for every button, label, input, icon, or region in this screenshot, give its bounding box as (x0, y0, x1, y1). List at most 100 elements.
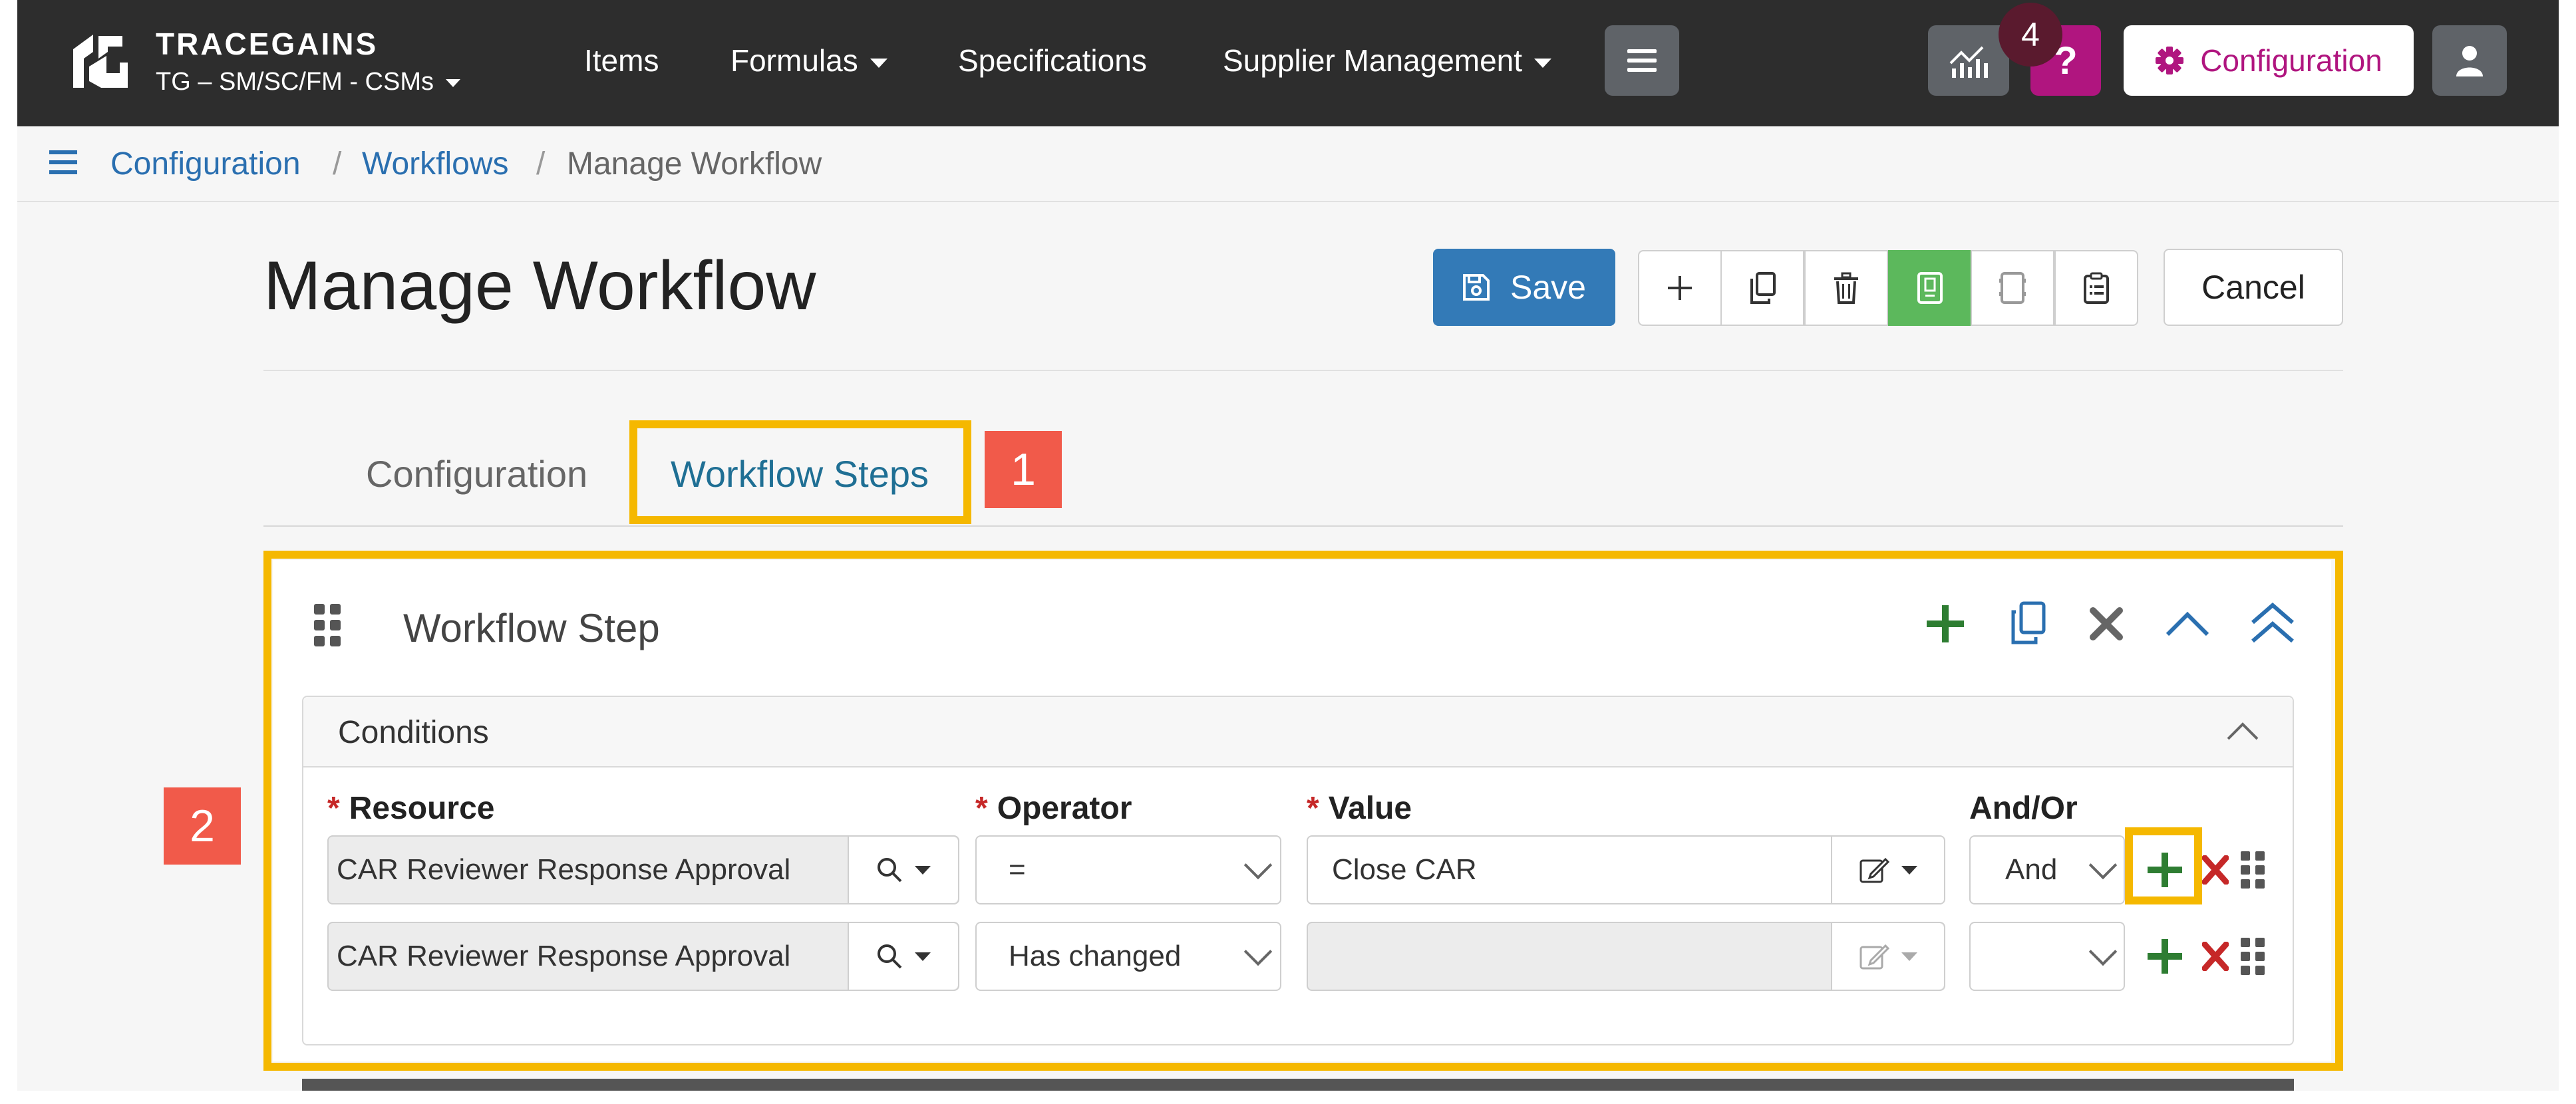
add-condition-icon[interactable] (2146, 851, 2183, 889)
chart-icon (1949, 46, 1988, 78)
breadcrumb-current: Manage Workflow (567, 146, 822, 182)
tab-configuration[interactable]: Configuration (366, 452, 587, 496)
clipboard-icon (2084, 272, 2109, 304)
clipboard-button[interactable] (2054, 250, 2138, 326)
required-marker: * (975, 791, 988, 826)
value-field-disabled (1307, 922, 1945, 991)
resource-search-button[interactable] (848, 923, 958, 990)
resource-header-label: Resource (349, 791, 495, 826)
nav-specifications[interactable]: Specifications (958, 43, 1147, 78)
operator-value: = (1009, 853, 1026, 886)
save-button[interactable]: Save (1433, 249, 1615, 326)
drag-handle-icon[interactable] (313, 603, 343, 648)
resource-field[interactable]: CAR Reviewer Response Approval (327, 922, 959, 991)
breadcrumb-separator: / (536, 146, 546, 182)
caret-down-icon (915, 865, 931, 875)
resource-value: CAR Reviewer Response Approval (337, 940, 791, 972)
conditions-title: Conditions (338, 715, 489, 750)
callout-2: 2 (164, 787, 241, 865)
org-name: TG – SM/SC/FM - CSMs (156, 68, 434, 96)
tab-workflow-steps[interactable]: Workflow Steps (671, 452, 929, 496)
value-value: Close CAR (1332, 853, 1477, 886)
caret-down-icon (870, 58, 887, 68)
nav-formulas[interactable]: Formulas (730, 43, 887, 78)
copy-icon (1750, 272, 1776, 304)
org-switcher[interactable]: TG – SM/SC/FM - CSMs (156, 67, 460, 97)
view-step-button-active[interactable] (1888, 250, 1972, 326)
copy-step-button[interactable] (1720, 250, 1804, 326)
add-condition-icon[interactable] (2146, 938, 2183, 975)
notification-badge: 4 (1999, 3, 2062, 67)
value-header-label: Value (1328, 791, 1412, 826)
edit-icon (1859, 857, 1889, 883)
add-step-button[interactable] (1638, 250, 1722, 326)
value-field[interactable]: Close CAR (1307, 835, 1945, 904)
delete-step-button[interactable] (1804, 250, 1888, 326)
value-editor-button[interactable] (1831, 837, 1944, 903)
operator-header: * Operator (975, 790, 1132, 827)
operator-select[interactable]: Has changed (975, 922, 1281, 991)
workflow-step-title: Workflow Step (403, 606, 660, 650)
cancel-button[interactable]: Cancel (2164, 249, 2343, 326)
more-menu-button[interactable] (1605, 25, 1679, 96)
move-to-top-icon[interactable] (2250, 603, 2295, 645)
value-editor-button (1831, 923, 1944, 990)
sidebar-toggle-icon[interactable] (49, 149, 77, 176)
header-divider (263, 370, 2343, 371)
breadcrumb-separator: / (333, 146, 342, 182)
required-marker: * (1307, 791, 1319, 826)
nav-items[interactable]: Items (584, 43, 659, 78)
drag-condition-icon[interactable] (2239, 936, 2267, 976)
drag-condition-icon[interactable] (2239, 850, 2267, 890)
configuration-label: Configuration (2200, 43, 2382, 78)
document-icon (1917, 272, 1943, 304)
resource-search-button[interactable] (848, 837, 958, 903)
tab-divider (263, 525, 2343, 527)
gear-icon (2156, 47, 2184, 74)
remove-condition-icon[interactable] (2201, 941, 2229, 972)
caret-down-icon (446, 78, 460, 87)
chevron-down-icon (2088, 851, 2118, 880)
search-icon (878, 858, 902, 883)
next-panel-edge (302, 1079, 2294, 1091)
page-title: Manage Workflow (263, 247, 816, 325)
callout-1: 1 (985, 431, 1062, 508)
breadcrumb-configuration[interactable]: Configuration (110, 145, 301, 184)
caret-down-icon (1901, 952, 1917, 961)
andor-header: And/Or (1969, 791, 2078, 826)
edit-icon (1859, 944, 1889, 970)
view-step-alt-button[interactable] (1971, 250, 2054, 326)
user-menu-button[interactable] (2432, 25, 2507, 96)
trash-icon (1834, 272, 1858, 304)
operator-value: Has changed (1009, 940, 1182, 972)
caret-down-icon (1901, 865, 1917, 875)
breadcrumb-workflows[interactable]: Workflows (362, 145, 508, 184)
analytics-button[interactable] (1928, 25, 2009, 96)
andor-value: And (2005, 853, 2058, 886)
resource-field[interactable]: CAR Reviewer Response Approval (327, 835, 959, 904)
andor-select[interactable] (1969, 922, 2125, 991)
tracegains-logo-icon[interactable] (67, 29, 130, 93)
resource-header: * Resource (327, 790, 494, 827)
copy-step-icon[interactable] (2009, 601, 2046, 645)
save-label: Save (1510, 269, 1586, 306)
search-icon (878, 944, 902, 969)
user-icon (2456, 46, 2483, 76)
nav-supplier-management[interactable]: Supplier Management (1223, 43, 1552, 78)
nav-formulas-label: Formulas (730, 43, 858, 78)
remove-step-icon[interactable] (2089, 607, 2124, 641)
caret-down-icon (915, 952, 931, 961)
chevron-down-icon (2088, 937, 2118, 966)
operator-select[interactable]: = (975, 835, 1281, 904)
plus-icon (1668, 276, 1692, 300)
andor-select[interactable]: And (1969, 835, 2125, 904)
add-step-icon[interactable] (1925, 604, 1965, 644)
configuration-button[interactable]: Configuration (2124, 25, 2414, 96)
resource-value: CAR Reviewer Response Approval (337, 853, 791, 886)
move-up-icon[interactable] (2165, 611, 2210, 637)
app-window: TRACEGAINS TG – SM/SC/FM - CSMs Items Fo… (17, 0, 2559, 1091)
remove-condition-icon[interactable] (2201, 855, 2229, 885)
conditions-header[interactable] (303, 697, 2293, 767)
collapse-chevron-up-icon[interactable] (2226, 721, 2259, 741)
chevron-down-icon (1243, 851, 1273, 880)
